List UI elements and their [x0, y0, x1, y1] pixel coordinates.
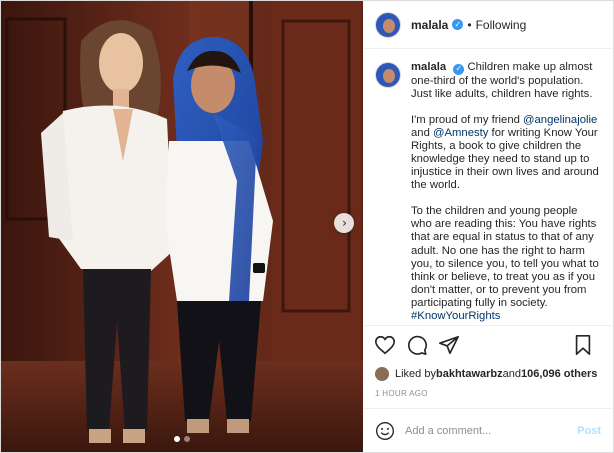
caption-text: malala ✓ Children make up almost one-thi… [411, 61, 599, 325]
avatar-image [376, 12, 400, 37]
mention-link[interactable]: @angelinajolie [523, 114, 597, 126]
action-bar [363, 325, 613, 363]
comment-input[interactable] [405, 424, 578, 437]
caption-text-3: To the children and young people who are… [411, 205, 599, 309]
chevron-right-icon: › [342, 216, 347, 230]
post-comment-button[interactable]: Post [577, 425, 601, 437]
post-card: › malala ✓ • Following malala ✓ Children… [0, 0, 614, 453]
caption-text-2a: I'm proud of my friend [411, 113, 524, 126]
likes-prefix: Liked by [395, 368, 436, 380]
post-photo[interactable]: › [1, 1, 363, 452]
avatar[interactable] [375, 11, 401, 38]
header-username[interactable]: malala [411, 18, 448, 32]
carousel-indicator [1, 436, 363, 442]
like-button[interactable] [373, 333, 397, 357]
carousel-next-button[interactable]: › [334, 213, 354, 233]
post-header: malala ✓ • Following [363, 1, 613, 49]
header-separator: • [467, 17, 472, 32]
mention-link[interactable]: @Amnesty [433, 127, 488, 139]
share-button[interactable] [437, 333, 461, 357]
following-button[interactable]: Following [476, 18, 527, 32]
carousel-dot-1 [174, 436, 180, 442]
caption-username[interactable]: malala [411, 61, 446, 73]
liker-avatar[interactable] [375, 367, 389, 381]
comment-form: Post [363, 408, 613, 452]
likes-summary: Liked by bakhtawarbz and 106,096 others [363, 363, 613, 385]
verified-badge-icon: ✓ [453, 63, 465, 75]
caption-para-1: malala ✓ Children make up almost one-thi… [411, 61, 599, 101]
post-sidebar: malala ✓ • Following malala ✓ Children m… [363, 1, 613, 452]
likes-middle: and [502, 368, 521, 380]
save-button[interactable] [571, 333, 595, 357]
caption-avatar[interactable] [375, 62, 401, 88]
caption-para-2: I'm proud of my friend @angelinajolie an… [411, 114, 599, 193]
avatar-image [376, 63, 400, 87]
caption-para-3: To the children and young people who are… [411, 205, 599, 323]
comment-button[interactable] [405, 333, 429, 357]
caption-area: malala ✓ Children make up almost one-thi… [363, 49, 613, 325]
carousel-dot-2 [184, 436, 190, 442]
caption-text-2b: and [411, 126, 433, 139]
likes-count[interactable]: 106,096 others [521, 368, 597, 380]
hashtag-link[interactable]: #KnowYourRights [411, 310, 500, 322]
heart-icon [375, 335, 395, 354]
comment-icon [408, 335, 428, 355]
emoji-icon[interactable] [375, 421, 395, 441]
post-timestamp[interactable]: 1 HOUR AGO [363, 385, 613, 408]
photo-illustration [1, 1, 363, 452]
share-icon [439, 335, 459, 354]
verified-badge-icon: ✓ [452, 19, 464, 30]
liker-username[interactable]: bakhtawarbz [436, 368, 503, 380]
bookmark-icon [575, 335, 591, 355]
